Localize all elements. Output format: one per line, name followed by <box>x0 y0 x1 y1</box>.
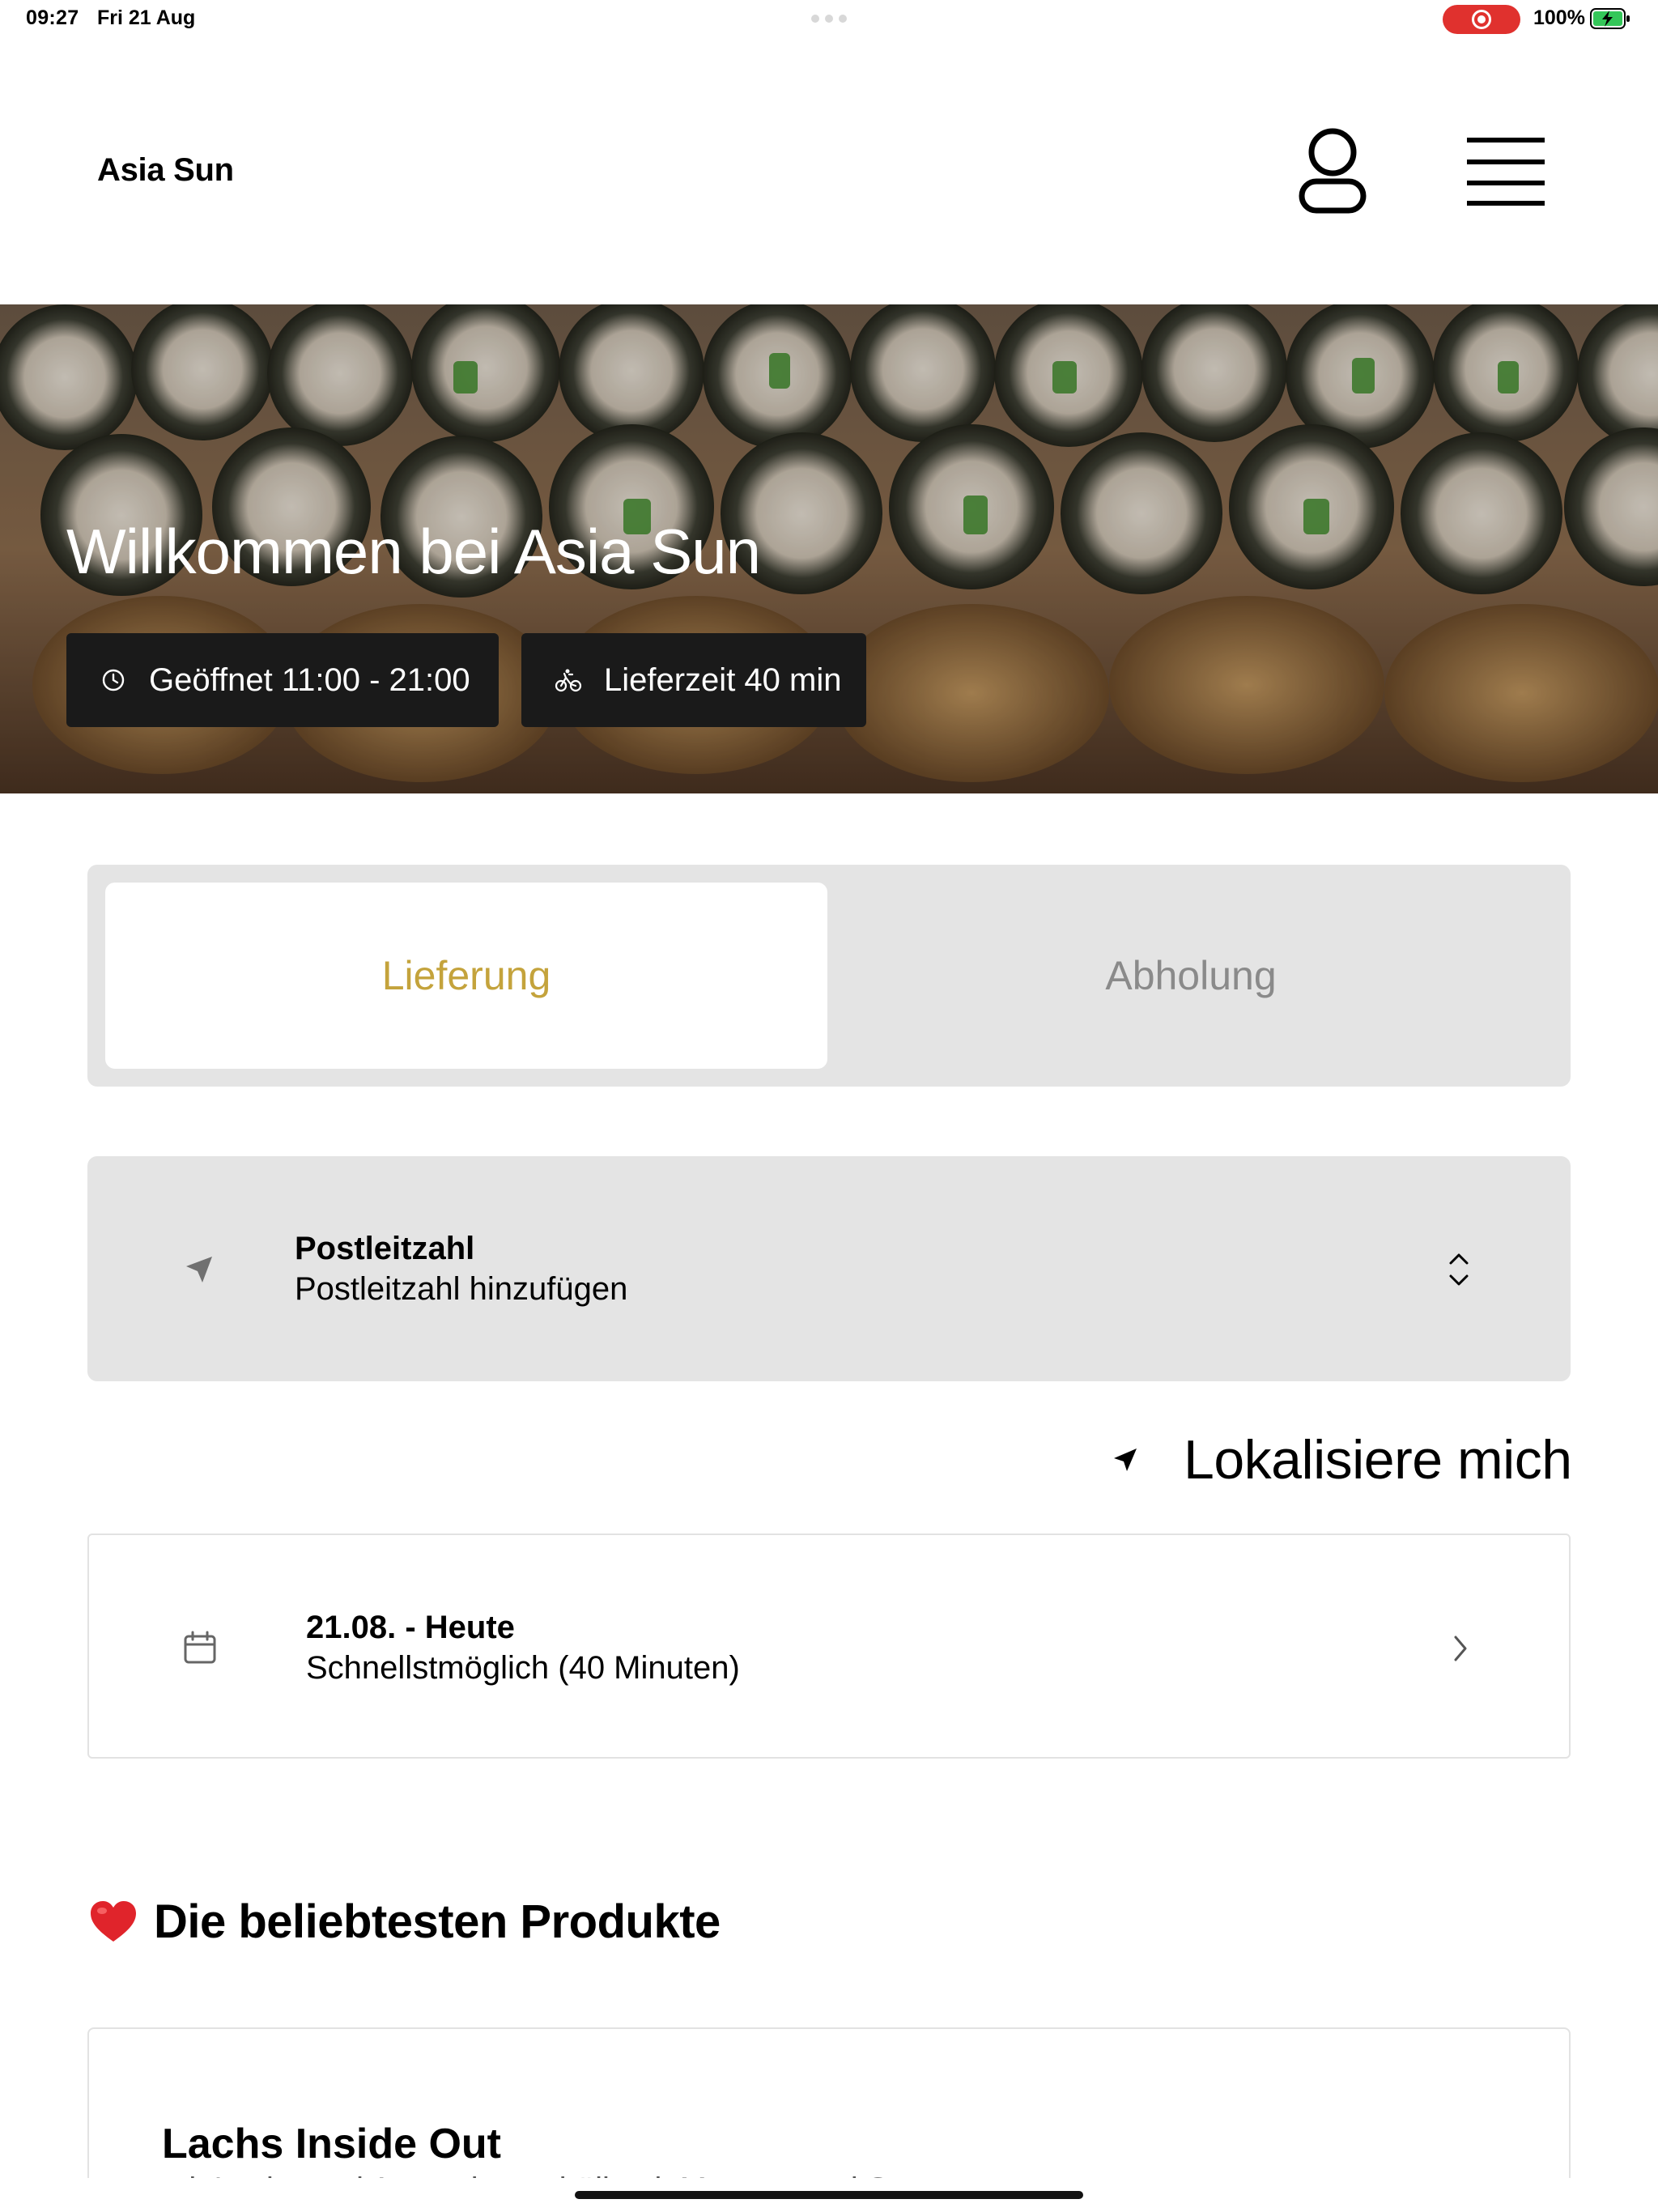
delivery-time-value: Schnellstmöglich (40 Minuten) <box>306 1650 740 1686</box>
delivery-time-badge: Lieferzeit 40 min <box>521 633 866 727</box>
status-bar: 09:27 Fri 21 Aug 100% <box>0 0 1658 39</box>
popular-products-title: Die beliebtesten Produkte <box>154 1895 721 1948</box>
heart-icon <box>91 1900 136 1942</box>
status-date: Fri 21 Aug <box>97 6 196 29</box>
popular-products-heading: Die beliebtesten Produkte <box>89 1895 721 1949</box>
delivery-time-text: Lieferzeit 40 min <box>604 661 842 698</box>
postal-code-label: Postleitzahl <box>295 1231 475 1266</box>
opening-hours-text: Geöffnet 11:00 - 21:00 <box>149 661 470 698</box>
product-name: Lachs Inside Out <box>162 2121 501 2167</box>
chevron-up-down-icon <box>1449 1253 1469 1286</box>
postal-code-selector[interactable]: Postleitzahl Postleitzahl hinzufügen <box>87 1156 1571 1381</box>
person-icon[interactable] <box>1292 126 1373 217</box>
battery-charging-icon <box>1590 8 1630 29</box>
multitasking-dots-icon[interactable] <box>811 15 847 23</box>
localize-me-label: Lokalisiere mich <box>1184 1429 1572 1491</box>
chevron-right-icon <box>1454 1636 1467 1661</box>
delivery-date-label: 21.08. - Heute <box>306 1610 515 1645</box>
location-arrow-icon <box>1114 1448 1137 1471</box>
brand-logo-text[interactable]: Asia Sun <box>97 152 234 189</box>
opening-hours-badge: Geöffnet 11:00 - 21:00 <box>66 633 499 727</box>
tab-lieferung[interactable]: Lieferung <box>105 883 827 1069</box>
status-time: 09:27 <box>26 6 79 29</box>
battery-percent: 100% <box>1533 6 1585 29</box>
hamburger-menu-icon[interactable] <box>1465 136 1546 207</box>
bicycle-icon <box>552 664 585 696</box>
screen-recording-icon[interactable] <box>1443 5 1520 34</box>
hero-title: Willkommen bei Asia Sun <box>66 516 761 587</box>
tab-abholung[interactable]: Abholung <box>829 883 1553 1069</box>
calendar-icon <box>184 1631 216 1664</box>
localize-me-button[interactable]: Lokalisiere mich <box>1109 1425 1572 1495</box>
screen: 09:27 Fri 21 Aug 100% Asia Sun Willkomme… <box>0 0 1658 2212</box>
hero-banner: Willkommen bei Asia Sun Geöffnet 11:00 -… <box>0 304 1658 793</box>
postal-code-value: Postleitzahl hinzufügen <box>295 1271 628 1307</box>
order-mode-segmented-control: Lieferung Abholung <box>87 865 1571 1087</box>
home-indicator[interactable] <box>575 2191 1083 2199</box>
location-arrow-icon <box>186 1257 212 1283</box>
clock-icon <box>97 664 130 696</box>
delivery-time-selector[interactable]: 21.08. - Heute Schnellstmöglich (40 Minu… <box>87 1534 1571 1759</box>
